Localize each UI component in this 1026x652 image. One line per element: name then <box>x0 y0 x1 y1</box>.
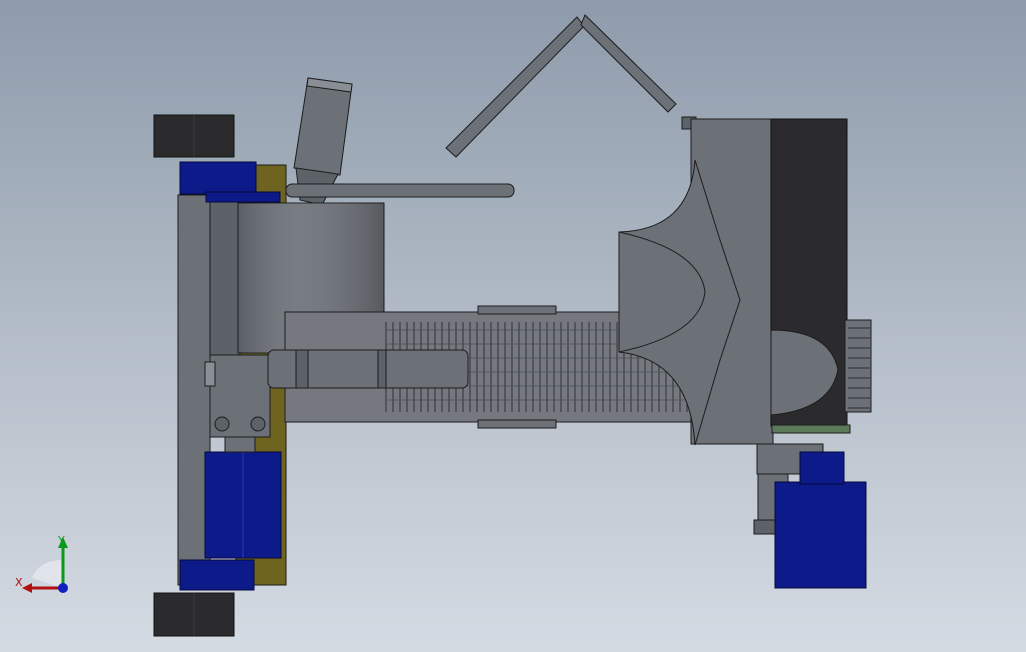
right-blue-motor <box>774 481 867 589</box>
y-axis-label: Y <box>57 534 65 547</box>
horizontal-guide-rod <box>285 183 515 198</box>
cad-viewport[interactable]: Y X <box>0 0 1026 652</box>
coordinate-triad[interactable]: Y X <box>14 530 84 600</box>
machine-assembly-side-view[interactable] <box>0 0 1026 652</box>
hood-left-panel <box>445 16 585 158</box>
x-axis-label: X <box>15 576 23 589</box>
top-blue-motor <box>179 161 257 195</box>
z-axis-dot <box>58 583 68 593</box>
bottom-blue-motor-small <box>179 559 255 591</box>
hood-right-panel <box>580 14 677 113</box>
triad-plane <box>32 560 63 588</box>
angled-feed-pipe <box>293 77 353 176</box>
